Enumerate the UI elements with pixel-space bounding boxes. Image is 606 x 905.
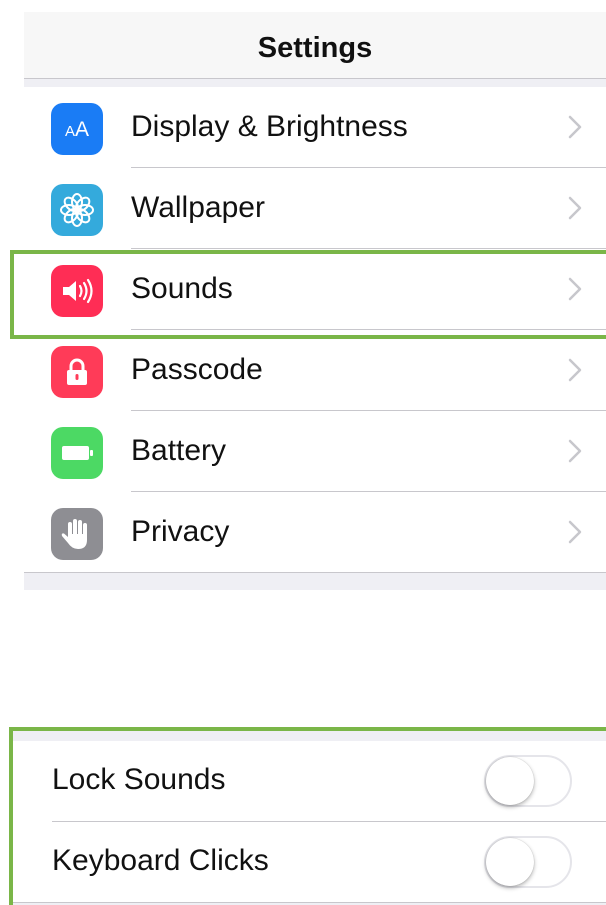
settings-item-wallpaper[interactable]: Wallpaper	[24, 168, 606, 249]
lock-icon	[51, 346, 103, 398]
settings-item-battery[interactable]: Battery	[24, 411, 606, 492]
wallpaper-flower-icon	[51, 184, 103, 236]
settings-item-label: Passcode	[131, 353, 263, 386]
settings-item-sounds[interactable]: Sounds	[24, 249, 606, 330]
chevron-right-icon	[568, 358, 582, 382]
toggle-knob	[486, 838, 534, 886]
keyboard-clicks-toggle[interactable]	[484, 836, 572, 888]
toggle-label: Lock Sounds	[52, 763, 226, 796]
toggle-row-keyboard-clicks: Keyboard Clicks	[12, 822, 606, 903]
chevron-right-icon	[568, 196, 582, 220]
settings-item-privacy[interactable]: Privacy	[24, 492, 606, 573]
toggle-label: Keyboard Clicks	[52, 844, 269, 877]
group-spacer	[24, 79, 606, 87]
battery-icon	[51, 427, 103, 479]
settings-item-label: Wallpaper	[131, 191, 265, 224]
page-title: Settings	[257, 32, 373, 64]
settings-panel: Settings AA Display & Brightness Wallpap…	[24, 0, 606, 590]
svg-text:AA: AA	[65, 118, 89, 141]
chevron-right-icon	[568, 439, 582, 463]
settings-item-label: Privacy	[131, 515, 230, 548]
settings-item-passcode[interactable]: Passcode	[24, 330, 606, 411]
settings-item-label: Battery	[131, 434, 227, 467]
group-spacer	[24, 573, 606, 590]
chevron-right-icon	[568, 115, 582, 139]
hand-icon	[51, 508, 103, 560]
row-separator	[12, 902, 606, 903]
lock-sounds-toggle[interactable]	[484, 755, 572, 807]
toggle-knob	[486, 757, 534, 805]
display-brightness-icon: AA	[51, 103, 103, 155]
settings-item-label: Display & Brightness	[131, 110, 408, 143]
settings-item-display-brightness[interactable]: AA Display & Brightness	[24, 87, 606, 168]
sounds-toggles-panel: Lock Sounds Keyboard Clicks	[12, 728, 606, 905]
chevron-right-icon	[568, 520, 582, 544]
chevron-right-icon	[568, 277, 582, 301]
speaker-icon	[51, 265, 103, 317]
toggle-row-lock-sounds: Lock Sounds	[12, 741, 606, 822]
nav-bar: Settings	[24, 12, 606, 79]
settings-item-label: Sounds	[131, 272, 233, 305]
